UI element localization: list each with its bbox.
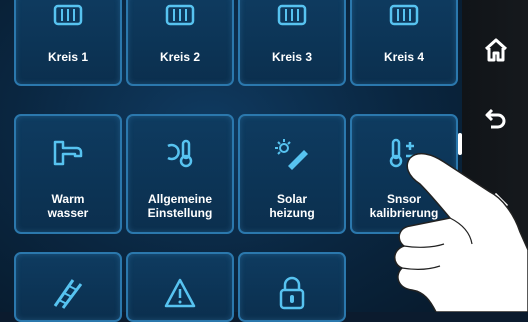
heater-icon <box>165 4 195 26</box>
warning-icon <box>164 278 196 308</box>
heater-icon <box>53 4 83 26</box>
lock-icon <box>279 276 305 310</box>
solar-panel-icon <box>275 139 308 170</box>
tile-label-line2: Einstellung <box>147 206 213 220</box>
heater-icon <box>389 4 419 26</box>
tile-kreis-1[interactable]: Kreis 1 <box>14 0 122 86</box>
tile-allgemeine-einstellung[interactable]: Allgemeine Einstellung <box>126 114 234 234</box>
thermometer-settings-icon <box>167 139 193 168</box>
tile-kreis-4[interactable]: Kreis 4 <box>350 0 458 86</box>
heater-icon <box>277 4 307 26</box>
home-icon <box>484 38 508 62</box>
pointing-hand <box>394 152 528 312</box>
ladder-icon <box>53 279 83 309</box>
tile-label-line1: Allgemeine <box>147 192 213 206</box>
faucet-icon <box>53 140 83 166</box>
back-icon <box>485 108 506 129</box>
tile-solar-heizung[interactable]: Solar heizung <box>238 114 346 234</box>
tile-label: Kreis 3 <box>271 50 313 64</box>
tile-label: Kreis 1 <box>47 50 89 64</box>
tile-kreis-2[interactable]: Kreis 2 <box>126 0 234 86</box>
tile-label: Kreis 2 <box>159 50 201 64</box>
tile-label: Solar heizung <box>240 192 344 220</box>
tile-label: Kreis 4 <box>383 50 425 64</box>
tile-label: Warm wasser <box>16 192 120 220</box>
tile-label-line2: heizung <box>269 206 315 220</box>
tile-warmwasser[interactable]: Warm wasser <box>14 114 122 234</box>
tile-label: Allgemeine Einstellung <box>128 192 232 220</box>
back-button[interactable] <box>476 98 516 138</box>
tile-label-line1: Solar <box>276 192 307 206</box>
tile-label-line2: wasser <box>47 206 89 220</box>
home-button[interactable] <box>476 30 516 70</box>
tile-label-line1: Warm <box>51 192 85 206</box>
tile-kreis-3[interactable]: Kreis 3 <box>238 0 346 86</box>
